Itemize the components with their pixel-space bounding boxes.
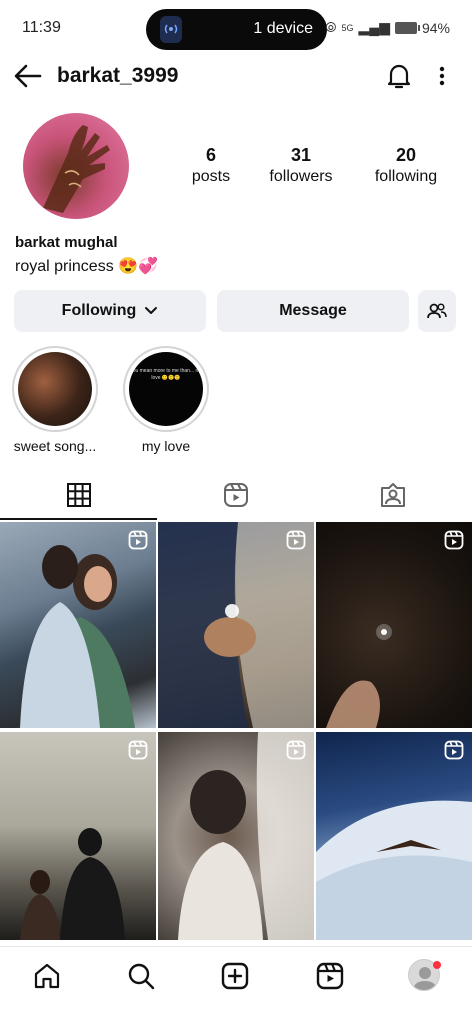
notifications-button[interactable] [384, 61, 414, 91]
profile-tabs [0, 470, 472, 520]
following-label: following [374, 168, 438, 185]
post-thumbnail [20, 828, 125, 940]
nav-home[interactable] [32, 961, 62, 991]
chevron-down-icon [145, 307, 158, 314]
following-count: 20 [395, 145, 417, 165]
post-thumbnail [326, 624, 392, 728]
story-highlight[interactable]: sweet song... [10, 346, 100, 454]
bottom-navigation [0, 946, 472, 1024]
home-icon [34, 963, 60, 989]
status-bar: 11:39 1 device ⦾ 5G ▂▄▆ 94% [0, 0, 472, 56]
tab-reels[interactable] [221, 480, 251, 510]
message-button[interactable]: Message [217, 290, 409, 332]
cast-icon [160, 16, 182, 43]
battery-percent: 94% [421, 19, 450, 36]
tab-posts-grid[interactable] [64, 480, 94, 510]
device-count: 1 device [253, 20, 313, 37]
grid-post[interactable] [316, 732, 472, 940]
nav-create[interactable] [220, 961, 250, 991]
following-stat[interactable]: 20 following [361, 144, 451, 188]
status-indicators: ⦾ 5G ▂▄▆ 94% [325, 19, 450, 36]
signal-icon: ▂▄▆ [358, 19, 390, 35]
highlight-ring: You mean more to me than... my love 🙂🙂🙂 [123, 346, 209, 432]
more-options-button[interactable] [430, 61, 454, 91]
reel-badge-icon [128, 740, 148, 760]
posts-label: posts [191, 168, 231, 185]
battery-icon [394, 21, 420, 34]
reel-badge-icon [444, 530, 464, 550]
followers-label: followers [269, 168, 333, 185]
search-icon [128, 963, 155, 990]
display-name: barkat mughal [15, 234, 118, 251]
post-thumbnail [20, 545, 135, 728]
followers-count: 31 [290, 145, 312, 165]
grid-icon [67, 483, 91, 507]
status-time: 11:39 [22, 19, 61, 36]
post-thumbnail [178, 732, 314, 940]
highlight-ring [12, 346, 98, 432]
following-button-label: Following [61, 302, 137, 319]
tagged-icon [381, 483, 405, 507]
grid-post[interactable] [0, 522, 156, 728]
bell-icon [387, 64, 411, 89]
message-button-label: Message [279, 302, 347, 319]
reel-badge-icon [286, 530, 306, 550]
active-tab-indicator [0, 518, 157, 520]
reels-icon [224, 483, 248, 507]
posts-stat[interactable]: 6 posts [166, 144, 256, 188]
nav-reels[interactable] [315, 961, 345, 991]
highlight-cover-text: You mean more to me than... my love 🙂🙂🙂 [129, 368, 203, 381]
more-vertical-icon [439, 66, 445, 86]
highlight-cover [18, 352, 92, 426]
posts-grid [0, 522, 472, 940]
grid-post[interactable] [0, 732, 156, 940]
highlight-label: my love [141, 438, 191, 454]
tab-tagged[interactable] [378, 480, 408, 510]
story-highlight[interactable]: You mean more to me than... my love 🙂🙂🙂 … [121, 346, 211, 454]
add-person-icon [427, 303, 447, 319]
hotspot-icon: ⦾ [325, 19, 337, 35]
followers-stat[interactable]: 31 followers [256, 144, 346, 188]
back-button[interactable] [12, 60, 44, 92]
grid-post[interactable] [158, 732, 314, 940]
profile-header: barkat_3999 [0, 56, 472, 96]
grid-post[interactable] [158, 522, 314, 728]
network-type: 5G [341, 22, 354, 33]
reel-badge-icon [128, 530, 148, 550]
profile-bio: royal princess 😍💞 [15, 258, 158, 275]
highlight-label: sweet song... [13, 438, 97, 454]
notification-dot [433, 961, 441, 969]
grid-post[interactable] [316, 522, 472, 728]
posts-count: 6 [205, 145, 216, 165]
cast-device-pill[interactable]: 1 device [146, 9, 327, 50]
back-arrow-icon [14, 64, 42, 88]
reel-badge-icon [286, 740, 306, 760]
nav-search[interactable] [126, 961, 156, 991]
post-thumbnail [316, 800, 472, 940]
suggested-people-button[interactable] [418, 290, 456, 332]
reels-icon [316, 962, 344, 990]
following-button[interactable]: Following [14, 290, 206, 332]
highlight-cover: You mean more to me than... my love 🙂🙂🙂 [129, 352, 203, 426]
reel-badge-icon [444, 740, 464, 760]
post-thumbnail [158, 522, 314, 728]
profile-username: barkat_3999 [57, 64, 179, 87]
profile-stats: 6 posts 31 followers 20 following [0, 144, 472, 194]
create-icon [221, 962, 249, 990]
